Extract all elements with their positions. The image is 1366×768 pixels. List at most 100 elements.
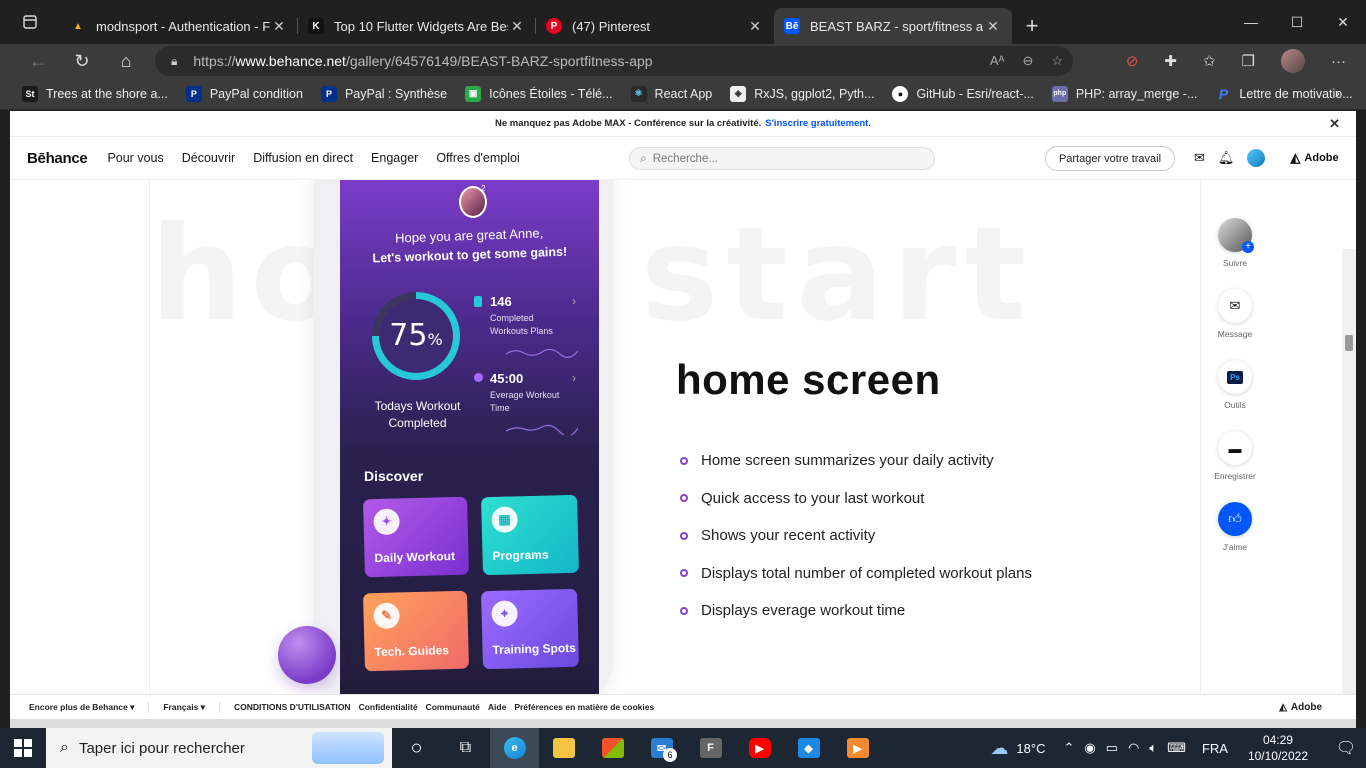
footer-community[interactable]: Communauté	[426, 702, 480, 712]
youtube-button[interactable]: ▶	[735, 728, 784, 768]
media-player-button[interactable]: ▶	[833, 728, 882, 768]
bookmark-item[interactable]: P PayPal condition	[185, 85, 303, 102]
app-button[interactable]: ◆	[784, 728, 833, 768]
tab-pinterest[interactable]: P (47) Pinterest ✕	[536, 8, 774, 44]
extensions-icon[interactable]: ✚	[1164, 52, 1177, 70]
like-label: J'aime	[1222, 542, 1248, 552]
blocked-icon[interactable]: ⊘	[1126, 52, 1139, 70]
task-view-button[interactable]: ⧉	[441, 728, 490, 768]
notification-center-icon[interactable]: 🗨︎	[1326, 738, 1366, 758]
minimize-button[interactable]: —	[1228, 0, 1274, 44]
bookmark-item[interactable]: P PayPal : Synthèse	[320, 85, 447, 102]
more-menu-icon[interactable]: ···	[1331, 53, 1346, 70]
volume-icon[interactable]: 🔈︎	[1149, 740, 1157, 756]
message-action[interactable]: ✉ Message	[1213, 289, 1257, 339]
maximize-button[interactable]: ☐	[1274, 0, 1320, 44]
bookmark-item[interactable]: ◈ RxJS, ggplot2, Pyth...	[730, 85, 874, 102]
new-tab-button[interactable]: +	[1012, 8, 1052, 44]
weather-widget[interactable]: ☁ 18°C	[990, 738, 1045, 759]
footer-adobe-logo[interactable]: ◭ Adobe	[1279, 702, 1322, 713]
home-button[interactable]: ⌂	[104, 44, 148, 78]
bullet-icon	[680, 494, 688, 503]
nav-engager[interactable]: Engager	[371, 151, 418, 165]
battery-icon[interactable]: ▭	[1106, 740, 1118, 756]
bookmark-item[interactable]: ● GitHub - Esri/react-...	[892, 85, 1034, 102]
chevron-up-icon[interactable]: ⌃	[1063, 740, 1074, 756]
bookmark-item[interactable]: ⚛ React App	[630, 85, 712, 102]
save-action[interactable]: ▬ Enregistrer	[1213, 431, 1257, 481]
mail-button[interactable]: ✉ 6	[637, 728, 686, 768]
windows-start-button[interactable]	[0, 728, 46, 768]
bookmark-item[interactable]: P Lettre de motivatio...	[1215, 86, 1353, 102]
bookmark-item[interactable]: ▣ Icônes Étoiles - Télé...	[465, 85, 613, 102]
profile-avatar[interactable]	[1281, 49, 1305, 73]
app-f-button[interactable]: F	[686, 728, 735, 768]
tab-actions-icon	[23, 15, 37, 29]
back-button[interactable]: ←	[16, 44, 60, 78]
close-window-button[interactable]: ✕	[1320, 0, 1366, 44]
tab-firebase[interactable]: ▲ modnsport - Authentication - Fir ✕	[60, 8, 298, 44]
page-scrollbar[interactable]	[1342, 249, 1356, 719]
share-work-button[interactable]: Partager votre travail	[1045, 146, 1175, 171]
close-icon[interactable]: ✕	[746, 18, 764, 35]
photoshop-icon[interactable]: Ps	[1218, 360, 1252, 394]
bell-icon[interactable]: 🔔︎	[1218, 150, 1235, 166]
close-icon[interactable]: ✕	[1329, 116, 1340, 132]
banner-link[interactable]: S'inscrire gratuitement.	[765, 118, 871, 129]
file-explorer-button[interactable]	[539, 728, 588, 768]
footer-cookies[interactable]: Préférences en matière de cookies	[514, 702, 654, 712]
close-icon[interactable]: ✕	[984, 18, 1002, 35]
footer-more-behance[interactable]: Encore plus de Behance ▾	[29, 702, 134, 713]
close-icon[interactable]: ✕	[270, 18, 288, 35]
zoom-icon[interactable]: ⊖	[1022, 53, 1033, 69]
clock[interactable]: 04:29 10/10/2022	[1248, 732, 1308, 764]
taskbar-search-input[interactable]: ⌕ Taper ici pour rechercher	[46, 728, 392, 768]
guide-icon: ✎	[373, 602, 400, 630]
mail-icon[interactable]: ✉	[1194, 150, 1205, 166]
adobe-logo[interactable]: ◭ Adobe	[1290, 150, 1338, 166]
wifi-icon[interactable]: ◠	[1128, 740, 1139, 756]
follow-action[interactable]: + Suivre	[1213, 218, 1257, 268]
edge-button[interactable]: e	[490, 728, 539, 768]
owner-avatar[interactable]: +	[1218, 218, 1254, 253]
bookmark-icon: St	[22, 85, 38, 102]
behance-logo[interactable]: Bēhance	[27, 150, 88, 167]
thumbs-up-icon[interactable]: 👍︎	[1218, 502, 1252, 536]
close-icon[interactable]: ✕	[508, 18, 526, 35]
firebase-icon: ▲	[73, 20, 83, 32]
bookmark-item[interactable]: php PHP: array_merge -...	[1051, 85, 1197, 102]
like-action[interactable]: 👍︎ J'aime	[1213, 502, 1257, 552]
nav-decouvrir[interactable]: Découvrir	[182, 151, 236, 165]
camera-icon[interactable]: ◉	[1084, 740, 1095, 756]
collections-icon[interactable]: ❐	[1242, 52, 1255, 70]
mail-icon[interactable]: ✉	[1218, 289, 1252, 323]
nav-offres[interactable]: Offres d'emploi	[436, 151, 519, 165]
footer-language[interactable]: Français ▾	[163, 702, 205, 713]
cortana-button[interactable]: ○	[392, 728, 441, 768]
bookmark-item[interactable]: St Trees at the shore a...	[22, 85, 168, 102]
user-avatar[interactable]	[1247, 149, 1266, 167]
scrollbar-thumb[interactable]	[1345, 335, 1353, 351]
footer-privacy[interactable]: Confidentialité	[359, 702, 418, 712]
tab-flutter[interactable]: K Top 10 Flutter Widgets Are Best ✕	[298, 8, 536, 44]
tab-actions-button[interactable]	[0, 0, 60, 44]
url-field[interactable]: 🔒︎ https://www.behance.net/gallery/64576…	[155, 46, 1073, 76]
search-input[interactable]: ⌕ Recherche...	[629, 147, 935, 170]
nav-pour-vous[interactable]: Pour vous	[107, 151, 163, 165]
chevron-right-icon[interactable]: ›	[1335, 85, 1340, 103]
favorite-add-icon[interactable]: ☆	[1051, 53, 1063, 69]
tab-behance[interactable]: Bē BEAST BARZ - sport/fitness app c ✕	[774, 8, 1012, 44]
footer-terms[interactable]: CONDITIONS D'UTILISATION	[234, 702, 351, 712]
input-language[interactable]: FRA	[1202, 741, 1228, 756]
tools-action[interactable]: Ps Outils	[1213, 360, 1257, 410]
decorative-sphere	[278, 626, 336, 684]
adobe-label: Adobe	[1304, 152, 1339, 164]
folder-icon[interactable]: ▬	[1218, 431, 1252, 465]
read-aloud-icon[interactable]: Aᴬ	[990, 53, 1005, 69]
favorites-icon[interactable]: ✩	[1203, 52, 1216, 70]
store-button[interactable]	[588, 728, 637, 768]
nav-diffusion[interactable]: Diffusion en direct	[253, 151, 353, 165]
keyboard-icon[interactable]: ⌨	[1167, 740, 1186, 756]
footer-help[interactable]: Aide	[488, 702, 506, 712]
refresh-button[interactable]: ↻	[60, 44, 104, 78]
